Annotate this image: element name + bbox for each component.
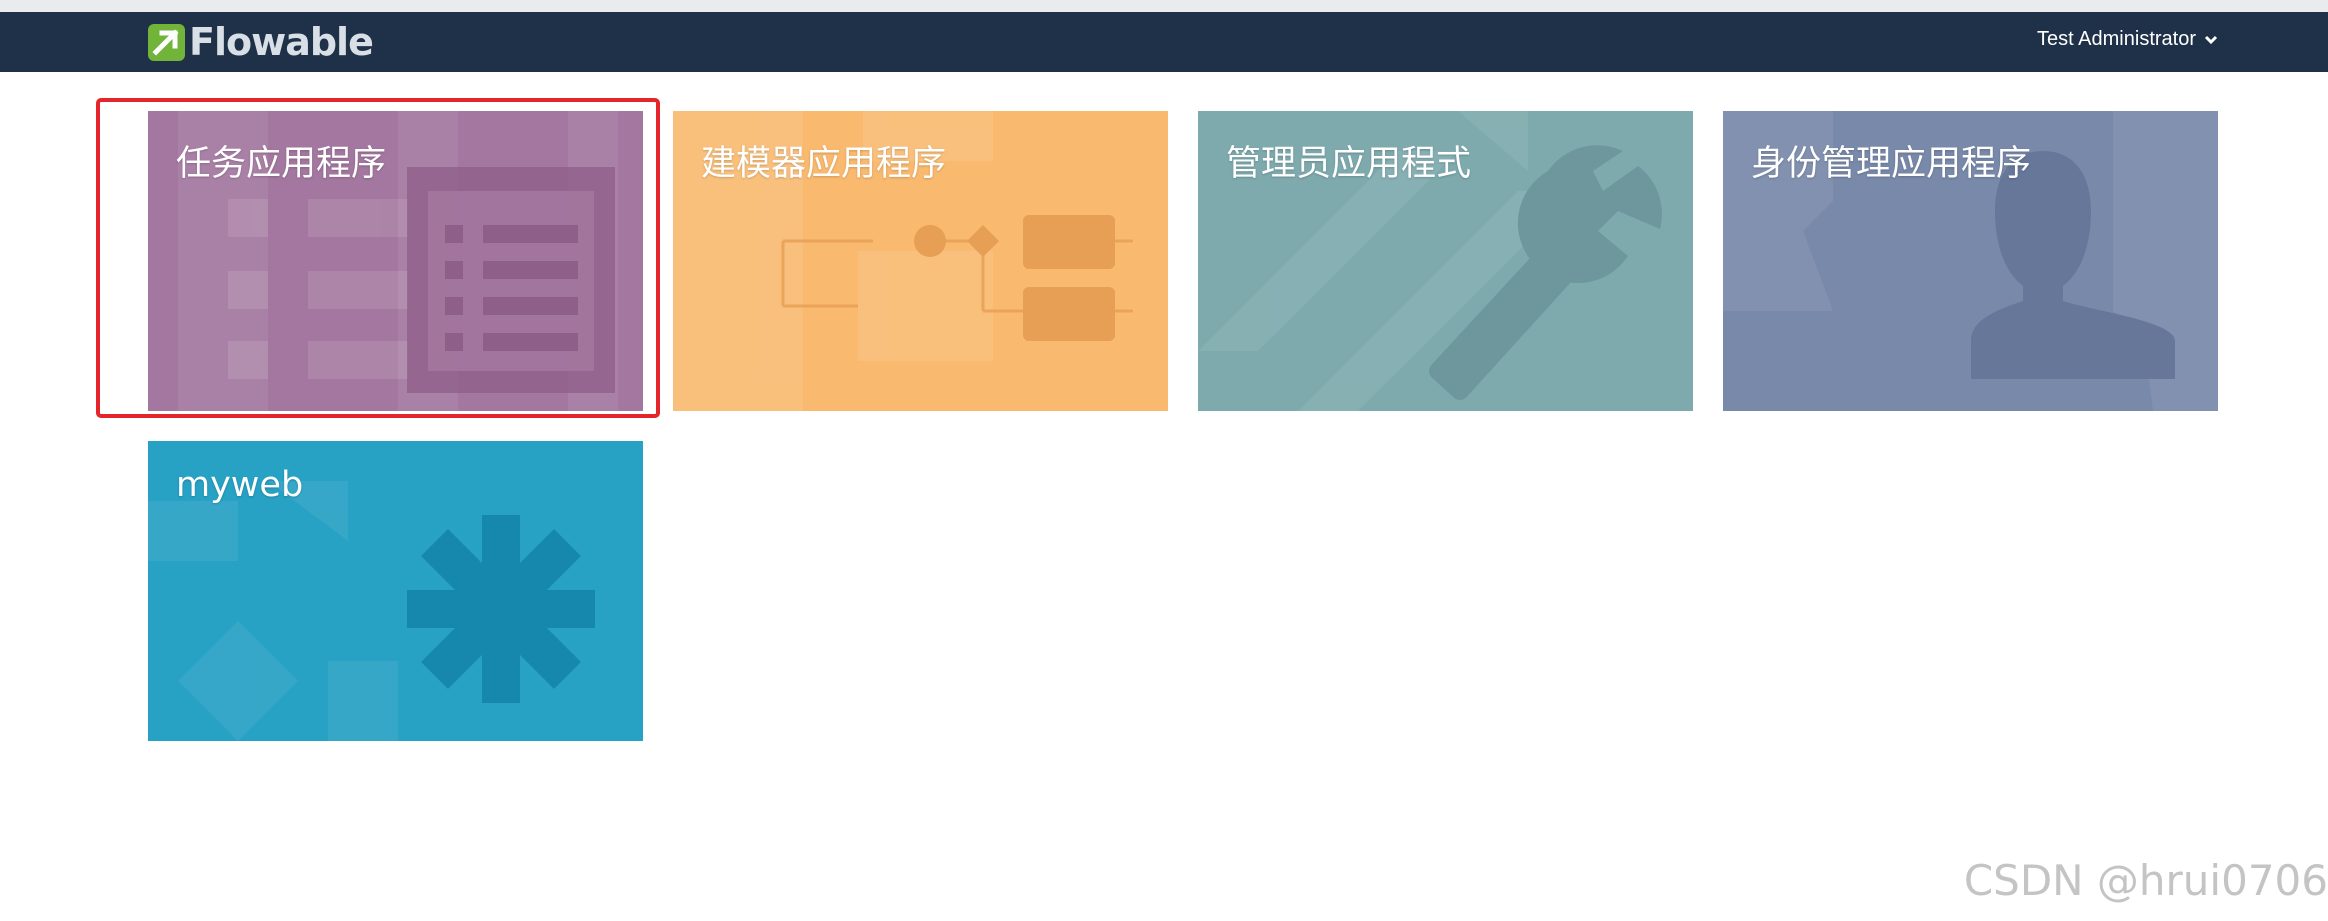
app-tile-task[interactable]: 任务应用程序 (148, 111, 643, 411)
logo-text: Flowable (189, 20, 374, 64)
app-tile-title: myweb (176, 465, 304, 505)
app-tile-title: 任务应用程序 (176, 144, 387, 184)
flowable-logo[interactable]: Flowable (148, 20, 374, 64)
chevron-down-icon (2204, 35, 2218, 44)
app-tile-title: 建模器应用程序 (701, 144, 947, 184)
app-tile-admin[interactable]: 管理员应用程式 (1198, 111, 1693, 411)
app-tile-title: 管理员应用程式 (1226, 144, 1472, 184)
app-tile-title: 身份管理应用程序 (1751, 144, 2032, 184)
app-tile-myweb[interactable]: myweb (148, 441, 643, 741)
user-menu[interactable]: Test Administrator (2037, 28, 2218, 51)
user-name: Test Administrator (2037, 28, 2196, 50)
app-tile-identity[interactable]: 身份管理应用程序 (1723, 111, 2218, 411)
csdn-watermark: CSDN @hrui0706 (1963, 856, 2328, 905)
flowable-logo-icon (148, 23, 185, 61)
app-tile-modeler[interactable]: 建模器应用程序 (673, 111, 1168, 411)
browser-top-strip (0, 0, 2328, 12)
